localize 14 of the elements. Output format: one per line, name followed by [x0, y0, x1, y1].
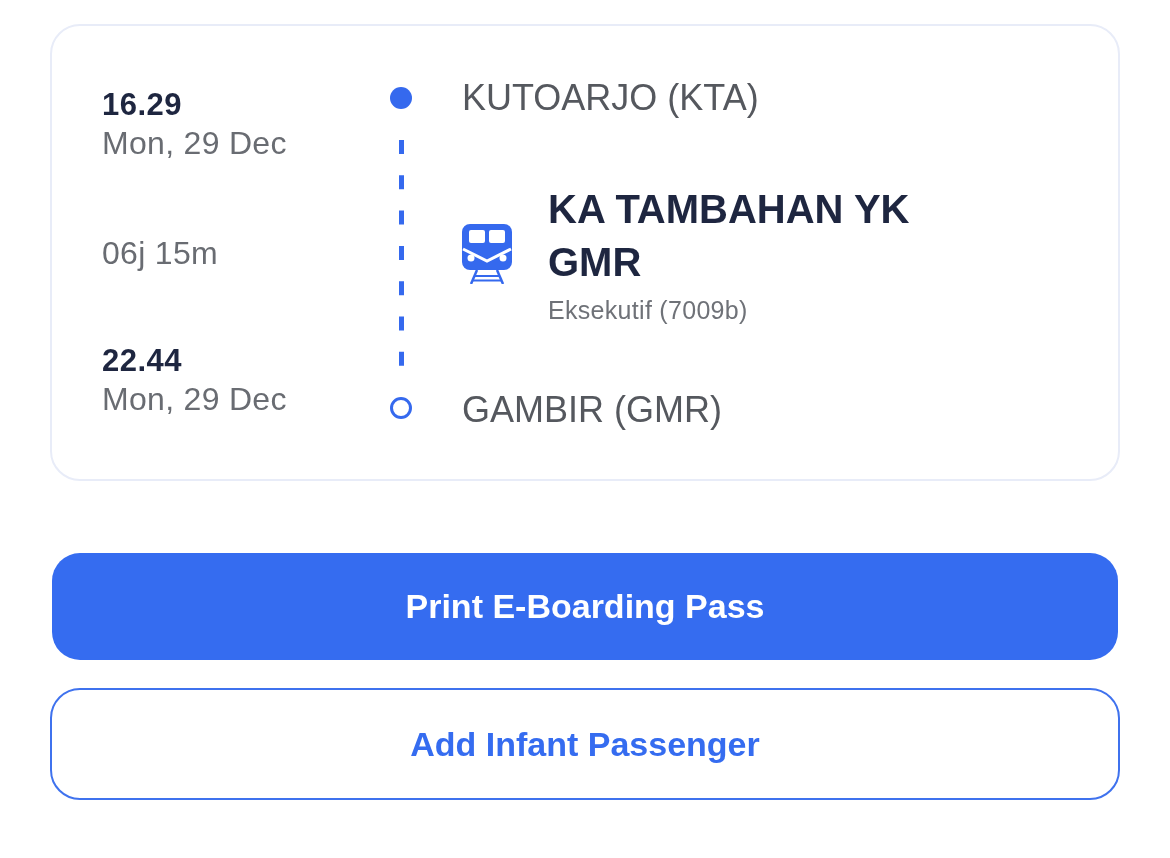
- add-infant-passenger-button[interactable]: Add Infant Passenger: [50, 688, 1120, 800]
- date-text: Mon, 29 Dec: [102, 380, 288, 419]
- station-name: GAMBIR (GMR): [462, 388, 723, 432]
- train-name: KA TAMBAHAN YK GMR: [548, 186, 911, 286]
- station-name: KUTOARJO (KTA): [462, 76, 760, 120]
- hollow-circle-icon: [390, 397, 412, 419]
- duration-text: 06j 15m: [102, 234, 219, 273]
- train-icon: [462, 224, 512, 284]
- filled-dot-icon: [390, 87, 412, 109]
- date-text: Mon, 29 Dec: [102, 124, 288, 163]
- train-class-text: Eksekutif (7009b): [548, 295, 749, 325]
- time-text: 16.29: [102, 87, 184, 123]
- time-text: 22.44: [102, 343, 184, 379]
- print-boarding-pass-button[interactable]: Print E-Boarding Pass: [52, 553, 1118, 660]
